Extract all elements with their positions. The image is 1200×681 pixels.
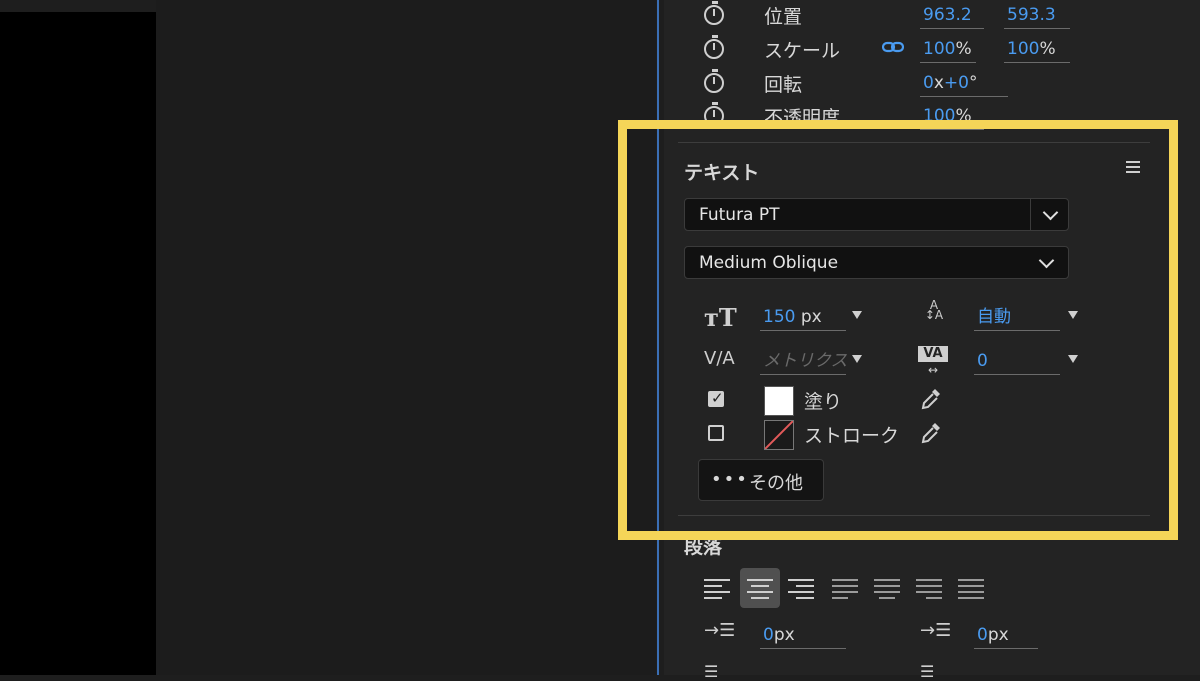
program-canvas xyxy=(0,12,156,675)
scale-x-field[interactable]: 100% xyxy=(920,38,976,63)
justify-all-icon[interactable] xyxy=(958,577,984,599)
link-icon[interactable] xyxy=(881,38,905,56)
justify-center-icon[interactable] xyxy=(874,577,900,599)
align-center-icon xyxy=(747,577,773,599)
rotation-label: 回転 xyxy=(764,74,803,96)
scale-y-field[interactable]: 100% xyxy=(1004,38,1070,63)
justify-right-icon[interactable] xyxy=(916,577,942,599)
stopwatch-icon[interactable] xyxy=(704,69,724,93)
justify-left-icon[interactable] xyxy=(832,577,858,599)
rotation-field[interactable]: 0x+0° xyxy=(920,72,1008,97)
position-x-field[interactable]: 963.2 xyxy=(920,4,984,29)
space-after-icon: ☰ xyxy=(920,662,935,681)
position-label: 位置 xyxy=(764,6,803,28)
space-before-icon: ☰ xyxy=(704,662,719,681)
stopwatch-icon[interactable] xyxy=(704,35,724,59)
indent-left-field[interactable]: 0px xyxy=(760,624,846,649)
scale-label: スケール xyxy=(764,40,841,62)
indent-first-line-field[interactable]: 0px xyxy=(974,624,1038,649)
stopwatch-icon[interactable] xyxy=(704,1,724,25)
indent-first-line-icon: →☰ xyxy=(920,620,952,641)
align-center-button[interactable] xyxy=(740,568,780,608)
position-y-field[interactable]: 593.3 xyxy=(1004,4,1070,29)
indent-left-icon: →☰ xyxy=(704,620,736,641)
program-monitor xyxy=(156,0,656,675)
highlight-box xyxy=(618,120,1178,540)
align-right-icon[interactable] xyxy=(788,577,814,599)
align-left-icon[interactable] xyxy=(704,577,730,599)
